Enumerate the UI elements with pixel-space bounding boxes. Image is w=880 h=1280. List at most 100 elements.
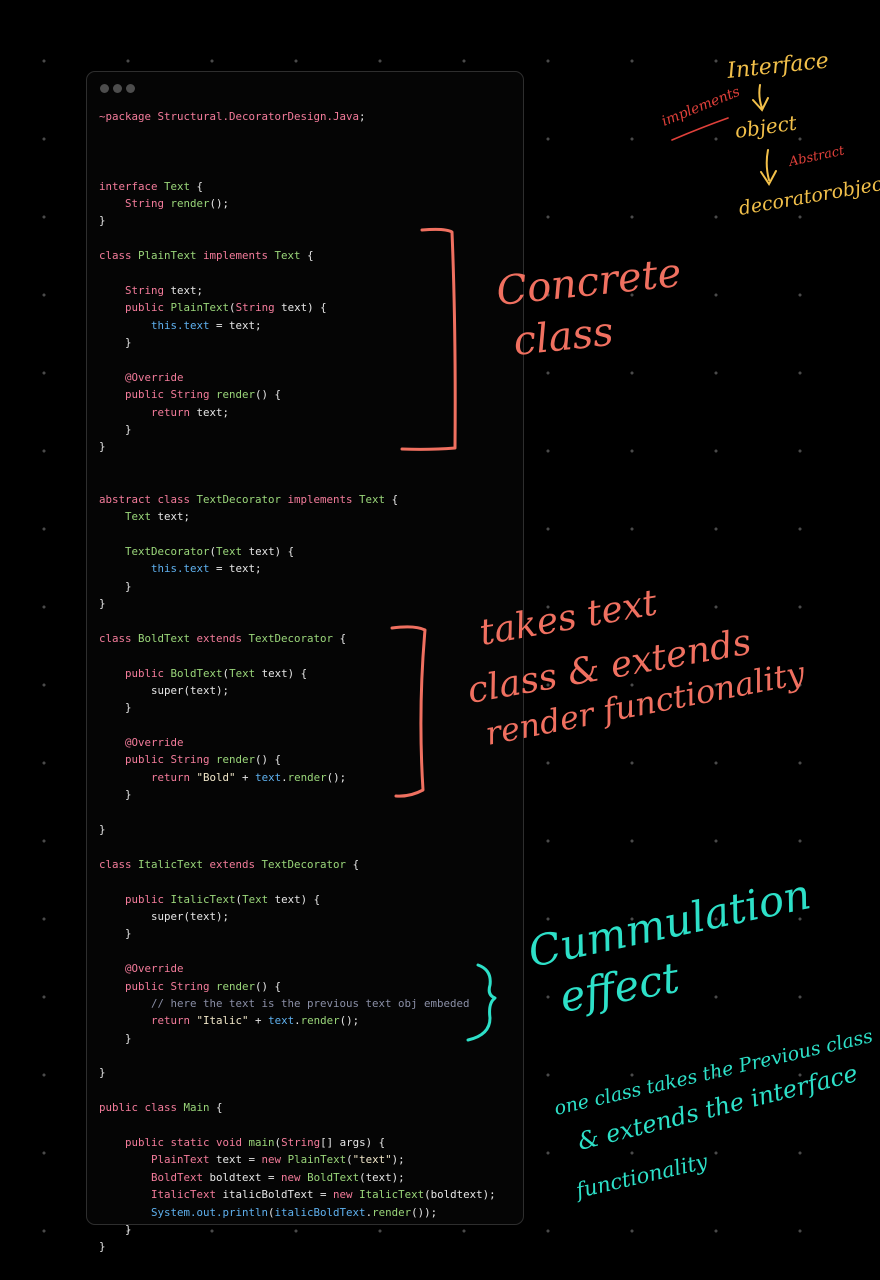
- code-token: }: [99, 1240, 106, 1254]
- code-token: public static void: [125, 1136, 249, 1150]
- code-token: ();: [326, 770, 347, 784]
- code-token: @Override: [125, 370, 184, 384]
- code-token: extends: [196, 631, 249, 645]
- code-token: class: [99, 249, 139, 263]
- code-line: }: [99, 595, 496, 612]
- code-line: interface Text {: [99, 178, 496, 195]
- code-line: // here the text is the previous text ob…: [99, 995, 496, 1012]
- code-token: ItalicText: [151, 1188, 223, 1202]
- code-token: System.out.println: [151, 1205, 269, 1219]
- code-token: return: [151, 1014, 197, 1028]
- code-token: class: [99, 857, 139, 871]
- code-token: }: [99, 1223, 132, 1236]
- code-line: class BoldText extends TextDecorator {: [99, 630, 496, 647]
- code-token: super(text);: [99, 909, 230, 923]
- code-line: }: [99, 438, 496, 455]
- code-token: italicBoldText =: [222, 1188, 334, 1202]
- code-token: // here the text is the previous text ob…: [151, 996, 470, 1010]
- code-token: new: [261, 1153, 288, 1167]
- code-token: {: [385, 492, 399, 506]
- minimize-dot[interactable]: [113, 84, 122, 93]
- code-line: String render();: [99, 195, 496, 212]
- maximize-dot[interactable]: [126, 84, 135, 93]
- code-token: ();: [209, 196, 230, 210]
- code-token: "Bold": [196, 770, 236, 784]
- code-token: this.text: [151, 562, 210, 576]
- code-line: public BoldText(Text text) {: [99, 665, 496, 682]
- code-token: {: [300, 249, 314, 263]
- code-token: {: [346, 857, 360, 871]
- code-token: Text: [359, 492, 386, 506]
- code-line: public String render() {: [99, 386, 496, 403]
- code-line: public String render() {: [99, 751, 496, 768]
- code-token: PlainText: [138, 249, 204, 263]
- close-dot[interactable]: [100, 84, 109, 93]
- code-token: }: [99, 440, 106, 454]
- code-line: super(text);: [99, 908, 496, 925]
- code-token: ~package Structural.DecoratorDesign.Java: [99, 110, 360, 123]
- code-line: public class Main {: [99, 1099, 496, 1116]
- code-line: public ItalicText(Text text) {: [99, 891, 496, 908]
- code-token: Text: [164, 179, 191, 193]
- code-token: }: [99, 927, 132, 941]
- code-line: }: [99, 925, 496, 942]
- code-token: );: [391, 1153, 405, 1167]
- code-token: text;: [170, 283, 204, 297]
- code-line: }: [99, 1221, 496, 1238]
- code-token: = text;: [209, 562, 262, 576]
- code-token: () {: [255, 388, 282, 402]
- code-token: {: [333, 631, 347, 645]
- code-token: super(text);: [99, 683, 230, 697]
- code-token: () {: [255, 979, 282, 993]
- code-token: ItalicText: [170, 892, 236, 906]
- code-token: render: [216, 979, 256, 993]
- code-line: abstract class TextDecorator implements …: [99, 491, 496, 508]
- code-line: @Override: [99, 734, 496, 751]
- code-line: TextDecorator(Text text) {: [99, 543, 496, 560]
- code-token: public: [125, 666, 171, 680]
- code-token: }: [99, 336, 132, 350]
- code-line: }: [99, 421, 496, 438]
- code-token: render: [287, 770, 327, 784]
- code-token: }: [99, 788, 132, 802]
- code-token: BoldText: [151, 1170, 210, 1184]
- code-line: }: [99, 578, 496, 595]
- code-line: Text text;: [99, 508, 496, 525]
- code-token: implements: [287, 492, 360, 506]
- code-token: {: [190, 179, 204, 193]
- code-token: ;: [359, 110, 366, 123]
- code-token: }: [99, 579, 132, 593]
- code-line: ItalicText italicBoldText = new ItalicTe…: [99, 1186, 496, 1203]
- code-token: public String: [125, 979, 217, 993]
- code-token: Text: [242, 892, 275, 906]
- code-token: String: [281, 1136, 321, 1150]
- code-token: text;: [157, 509, 191, 523]
- code-token: ();: [339, 1014, 360, 1028]
- code-line: String text;: [99, 282, 496, 299]
- code-line: }: [99, 699, 496, 716]
- code-token: public class: [99, 1101, 184, 1115]
- code-token: "text": [352, 1153, 392, 1167]
- code-token: text) {: [261, 666, 308, 680]
